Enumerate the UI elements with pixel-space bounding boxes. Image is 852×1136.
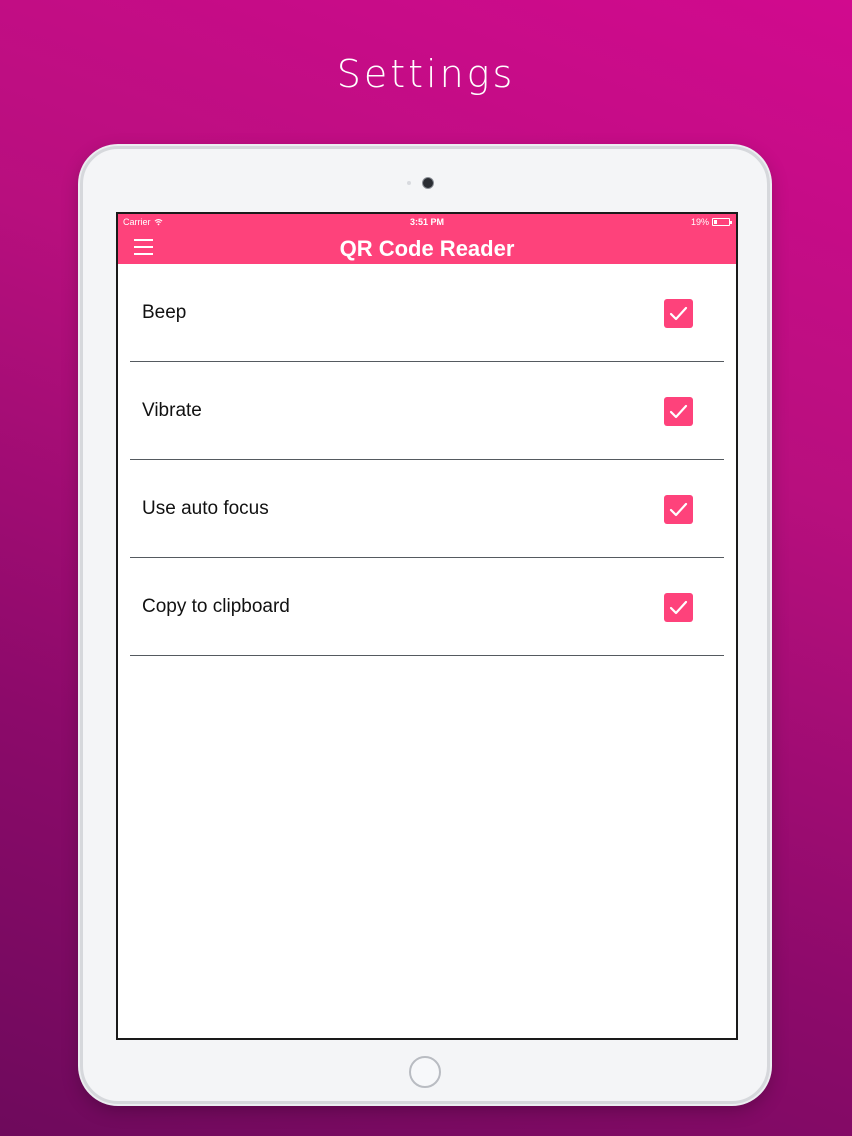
battery-icon bbox=[712, 218, 732, 226]
copy-clipboard-checkbox[interactable] bbox=[664, 593, 693, 622]
setting-label: Vibrate bbox=[142, 400, 202, 421]
status-time: 3:51 PM bbox=[409, 217, 444, 227]
status-bar: Carrier 3:51 PM 19% bbox=[118, 214, 736, 232]
app-screen: Carrier 3:51 PM 19% QR Code Reader Beep … bbox=[116, 212, 738, 1040]
promo-title: Settings bbox=[336, 52, 516, 96]
setting-row-auto-focus: Use auto focus bbox=[130, 460, 724, 558]
vibrate-checkbox[interactable] bbox=[664, 397, 693, 426]
camera-icon bbox=[422, 177, 434, 189]
settings-list: Beep Vibrate Use auto focus Copy to clip… bbox=[130, 264, 724, 656]
checkmark-icon bbox=[669, 404, 688, 419]
beep-checkbox[interactable] bbox=[664, 299, 693, 328]
checkmark-icon bbox=[669, 306, 688, 321]
app-title: QR Code Reader bbox=[339, 236, 515, 261]
setting-row-copy-clipboard: Copy to clipboard bbox=[130, 558, 724, 656]
app-bar: QR Code Reader bbox=[118, 232, 736, 264]
setting-label: Use auto focus bbox=[142, 498, 269, 519]
home-button[interactable] bbox=[409, 1056, 441, 1088]
sensor-dot bbox=[407, 181, 411, 185]
checkmark-icon bbox=[669, 502, 688, 517]
setting-label: Beep bbox=[142, 302, 187, 323]
setting-label: Copy to clipboard bbox=[142, 596, 290, 617]
battery-percent: 19% bbox=[690, 217, 709, 227]
status-battery: 19% bbox=[690, 217, 732, 227]
tablet-frame: Carrier 3:51 PM 19% QR Code Reader Beep … bbox=[80, 146, 770, 1104]
setting-row-beep: Beep bbox=[130, 264, 724, 362]
setting-row-vibrate: Vibrate bbox=[130, 362, 724, 460]
auto-focus-checkbox[interactable] bbox=[664, 495, 693, 524]
checkmark-icon bbox=[669, 600, 688, 615]
